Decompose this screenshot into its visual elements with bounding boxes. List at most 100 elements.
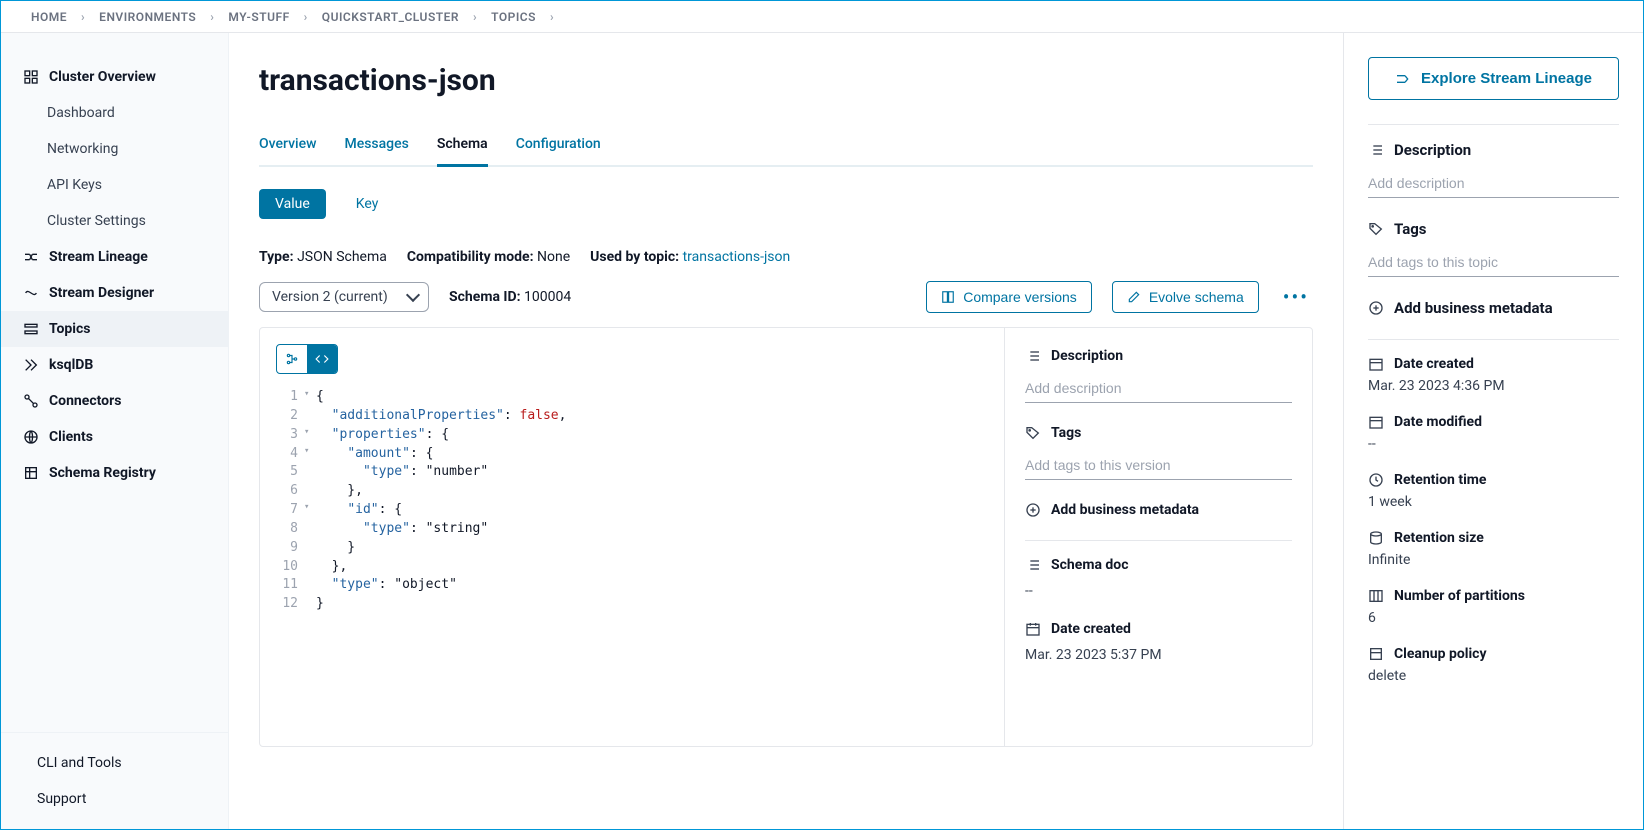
compare-versions-button[interactable]: Compare versions xyxy=(926,281,1092,313)
crumb-topics[interactable]: TOPICS xyxy=(491,10,536,24)
subtab-key[interactable]: Key xyxy=(340,189,395,219)
schema-toolbar: Version 2 (current) Schema ID: 100004 Co… xyxy=(259,281,1313,313)
version-tags-input[interactable] xyxy=(1025,451,1292,480)
sidebar-label: Stream Lineage xyxy=(49,249,148,265)
add-business-metadata-button[interactable]: Add business metadata xyxy=(1368,299,1619,317)
sidebar-item-cli-tools[interactable]: CLI and Tools xyxy=(1,745,228,781)
calendar-icon xyxy=(1368,356,1384,372)
subtab-value[interactable]: Value xyxy=(259,189,326,219)
plus-circle-icon xyxy=(1025,502,1041,518)
sidebar-item-ksqldb[interactable]: ksqlDB xyxy=(1,347,228,383)
tab-schema[interactable]: Schema xyxy=(437,128,488,167)
partitions-label: Number of partitions xyxy=(1394,588,1525,604)
lineage-icon xyxy=(1395,71,1411,87)
sidebar-label: Cluster Settings xyxy=(47,213,146,229)
chevron-right-icon: › xyxy=(210,10,214,24)
sidebar-label: Dashboard xyxy=(47,105,115,121)
crumb-env-name[interactable]: MY-STUFF xyxy=(228,10,289,24)
topics-icon xyxy=(23,321,39,337)
sidebar-label: Schema Registry xyxy=(49,465,156,481)
cleanup-policy-value: delete xyxy=(1368,668,1619,684)
connectors-icon xyxy=(23,393,39,409)
divider xyxy=(1368,339,1619,340)
sidebar-item-networking[interactable]: Networking xyxy=(1,131,228,167)
more-actions-button[interactable]: ••• xyxy=(1279,285,1313,309)
topic-tags-input[interactable] xyxy=(1368,248,1619,277)
clock-icon xyxy=(1368,472,1384,488)
date-created-value: Mar. 23 2023 4:36 PM xyxy=(1368,378,1619,394)
add-business-metadata-button[interactable]: Add business metadata xyxy=(1025,502,1292,518)
plus-circle-icon xyxy=(1368,300,1384,316)
topic-description-heading: Description xyxy=(1394,141,1471,159)
lineage-icon xyxy=(23,249,39,265)
calendar-icon xyxy=(1025,621,1041,637)
sidebar-label: API Keys xyxy=(47,177,102,193)
date-created-label: Date created xyxy=(1394,356,1474,372)
type-value: JSON Schema xyxy=(297,249,387,265)
calendar-icon xyxy=(1368,414,1384,430)
explore-stream-lineage-button[interactable]: Explore Stream Lineage xyxy=(1368,57,1619,100)
sidebar-item-topics[interactable]: Topics xyxy=(1,311,228,347)
sidebar-label: Topics xyxy=(49,321,90,337)
version-description-input[interactable] xyxy=(1025,374,1292,403)
compat-value: None xyxy=(537,249,570,265)
type-label: Type: xyxy=(259,249,294,265)
evolve-schema-label: Evolve schema xyxy=(1149,289,1244,305)
sidebar-item-dashboard[interactable]: Dashboard xyxy=(1,95,228,131)
schema-subtabs: Value Key xyxy=(259,189,1313,219)
retention-size-value: Infinite xyxy=(1368,552,1619,568)
main-content: transactions-json Overview Messages Sche… xyxy=(229,33,1343,829)
explore-lineage-label: Explore Stream Lineage xyxy=(1421,70,1592,87)
usedby-link[interactable]: transactions-json xyxy=(683,249,791,265)
sidebar-item-connectors[interactable]: Connectors xyxy=(1,383,228,419)
schema-id-value: 100004 xyxy=(524,289,571,305)
add-metadata-label: Add business metadata xyxy=(1051,502,1199,518)
sidebar-item-api-keys[interactable]: API Keys xyxy=(1,167,228,203)
code-icon xyxy=(315,352,329,366)
tag-icon xyxy=(1025,425,1041,441)
version-selector-label: Version 2 (current) xyxy=(272,289,388,305)
code-view-toggle[interactable] xyxy=(307,345,337,373)
sidebar-label: ksqlDB xyxy=(49,357,93,373)
tab-messages[interactable]: Messages xyxy=(344,128,408,165)
tabs: Overview Messages Schema Configuration xyxy=(259,128,1313,167)
chevron-right-icon: › xyxy=(550,10,554,24)
grid-icon xyxy=(23,69,39,85)
sidebar-label: Cluster Overview xyxy=(49,69,156,85)
breadcrumb: HOME› ENVIRONMENTS› MY-STUFF› QUICKSTART… xyxy=(1,1,1643,33)
schema-code-area: 1▾{2 "additionalProperties": false,3▾ "p… xyxy=(260,328,1004,746)
sidebar-item-cluster-overview[interactable]: Cluster Overview xyxy=(1,59,228,95)
date-modified-value: -- xyxy=(1368,436,1619,452)
sidebar-item-stream-lineage[interactable]: Stream Lineage xyxy=(1,239,228,275)
schema-meta: Type: JSON Schema Compatibility mode: No… xyxy=(259,249,1313,265)
evolve-schema-button[interactable]: Evolve schema xyxy=(1112,281,1259,313)
sidebar-item-support[interactable]: Support xyxy=(1,781,228,817)
list-icon xyxy=(1368,142,1384,158)
retention-time-label: Retention time xyxy=(1394,472,1486,488)
schema-json-code[interactable]: 1▾{2 "additionalProperties": false,3▾ "p… xyxy=(276,388,988,614)
version-selector[interactable]: Version 2 (current) xyxy=(259,282,429,312)
topic-description-input[interactable] xyxy=(1368,169,1619,198)
sidebar-item-schema-registry[interactable]: Schema Registry xyxy=(1,455,228,491)
retention-time-value: 1 week xyxy=(1368,494,1619,510)
tree-view-toggle[interactable] xyxy=(277,345,307,373)
sidebar-item-stream-designer[interactable]: Stream Designer xyxy=(1,275,228,311)
ksqldb-icon xyxy=(23,357,39,373)
retention-size-label: Retention size xyxy=(1394,530,1484,546)
crumb-cluster[interactable]: QUICKSTART_CLUSTER xyxy=(322,10,459,24)
sidebar-item-clients[interactable]: Clients xyxy=(1,419,228,455)
schema-version-sidebar: Description Tags Add business metadata S… xyxy=(1004,328,1312,746)
schema-registry-icon xyxy=(23,465,39,481)
tab-overview[interactable]: Overview xyxy=(259,128,316,165)
sidebar-label: Connectors xyxy=(49,393,121,409)
version-date-created-heading: Date created xyxy=(1051,621,1131,637)
tab-configuration[interactable]: Configuration xyxy=(516,128,601,165)
crumb-home[interactable]: HOME xyxy=(31,10,67,24)
edit-icon xyxy=(1127,290,1141,304)
sidebar-item-cluster-settings[interactable]: Cluster Settings xyxy=(1,203,228,239)
crumb-environments[interactable]: ENVIRONMENTS xyxy=(99,10,196,24)
add-metadata-label: Add business metadata xyxy=(1394,299,1553,317)
sidebar-label: CLI and Tools xyxy=(37,755,122,771)
schema-doc-value: -- xyxy=(1025,583,1292,599)
page-title: transactions-json xyxy=(259,63,1313,98)
